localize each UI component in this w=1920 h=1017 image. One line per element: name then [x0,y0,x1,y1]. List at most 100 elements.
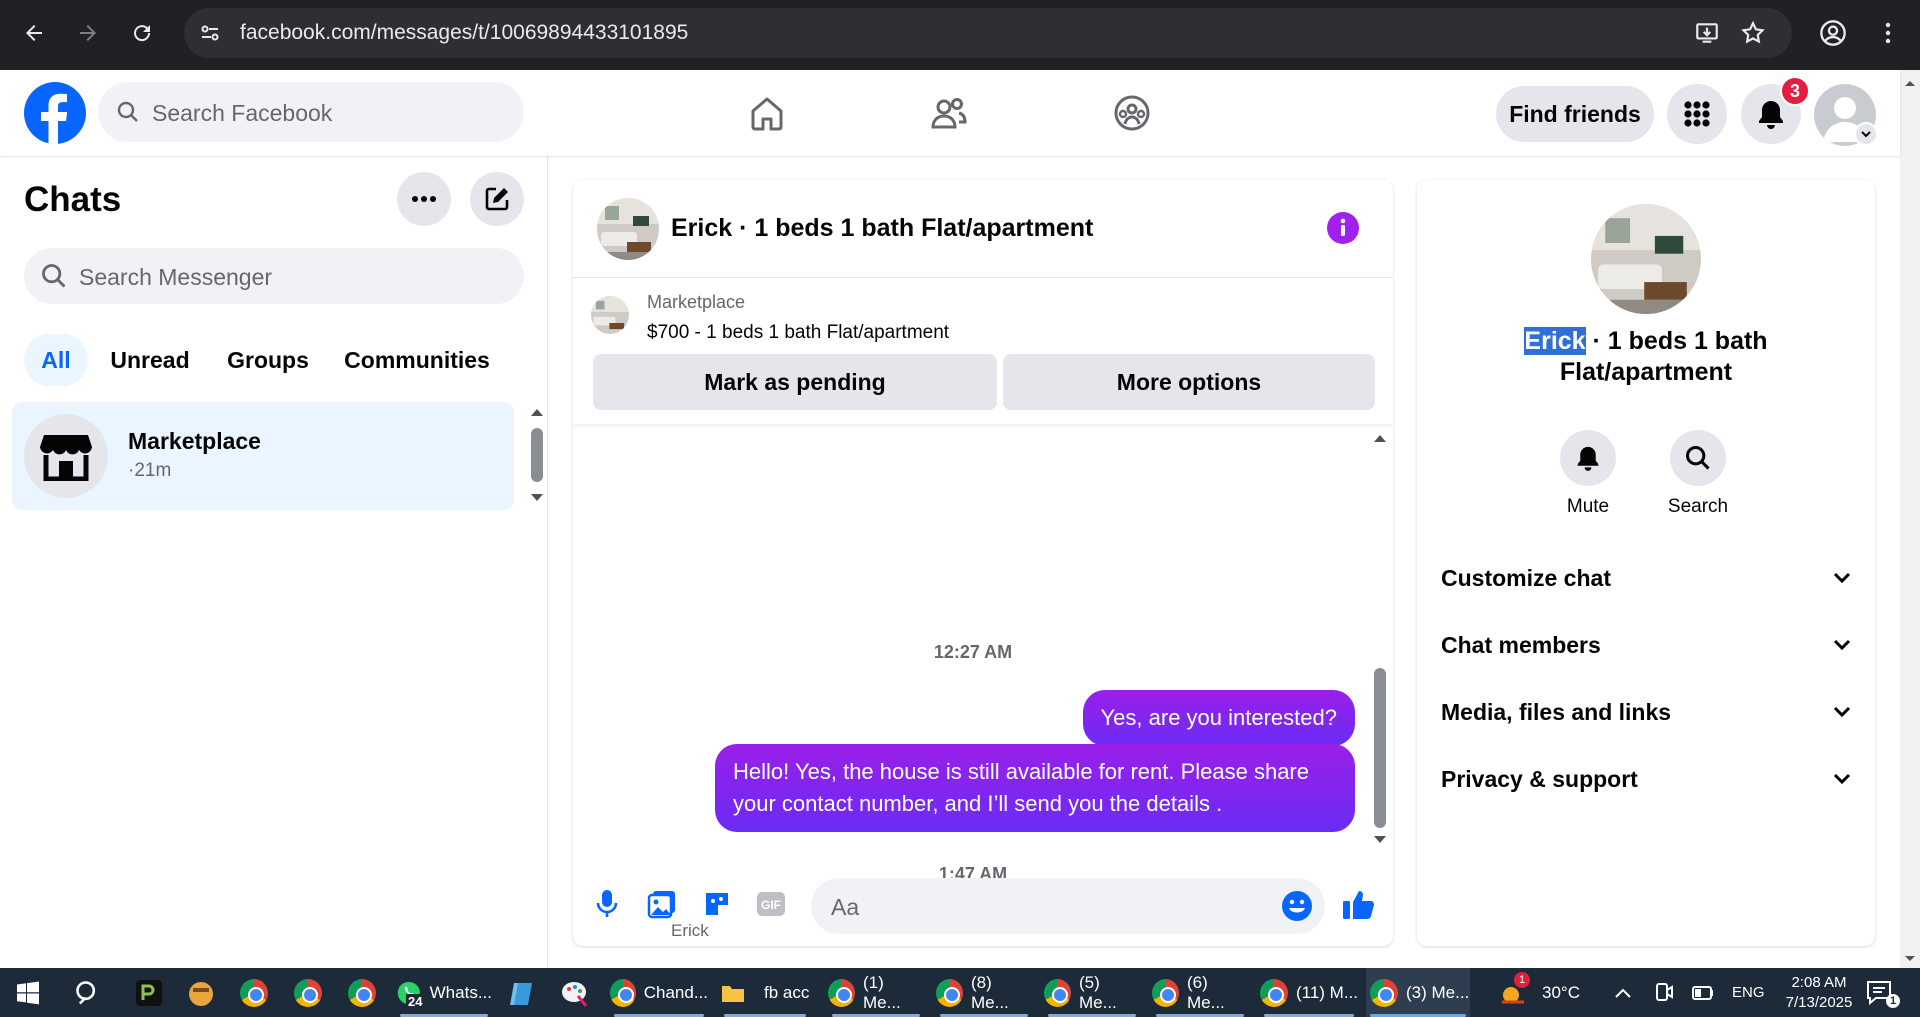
section-label: Customize chat [1441,564,1611,591]
taskbar-app-chrome-6[interactable]: (6) Me... [1152,968,1248,1017]
listing-price-title[interactable]: $700 - 1 beds 1 bath Flat/apartment [647,322,949,344]
chevron-up-icon[interactable] [1614,968,1632,1017]
tab-all[interactable]: All [24,334,88,386]
scroll-down-arrow[interactable] [528,492,546,504]
search-action[interactable]: Search [1653,430,1743,518]
taskbar-app-chrome-11[interactable]: (11) M... [1260,968,1358,1017]
site-info-icon[interactable] [198,21,222,45]
notepad-icon[interactable] [508,968,536,1017]
weather-widget[interactable]: 1 30°C [1498,968,1580,1017]
emoji-icon[interactable] [1281,890,1313,922]
groups-icon[interactable] [1109,90,1155,136]
selected-name-text: Erick [1524,327,1586,355]
windows-start-icon[interactable] [16,968,40,1017]
scroll-up-arrow[interactable] [1371,432,1389,444]
chat-header: Erick · 1 beds 1 bath Flat/apartment [573,180,1393,278]
info-icon[interactable] [1327,212,1359,244]
message-input[interactable]: Aa [811,878,1325,934]
facebook-logo[interactable] [24,82,86,144]
photo-icon[interactable] [644,886,680,922]
mute-action[interactable]: Mute [1543,430,1633,518]
notification-center-icon[interactable]: 1 [1866,968,1900,1017]
paint-icon[interactable] [560,968,590,1017]
messenger-search-input[interactable]: Search Messenger [24,248,524,304]
find-friends-button[interactable]: Find friends [1496,86,1654,142]
chrome-icon[interactable] [240,968,268,1017]
language-indicator[interactable]: ENG [1732,968,1765,1017]
chat-options-button[interactable] [397,172,451,226]
taskbar-app-chand[interactable]: Chand... [610,968,708,1017]
chat-title[interactable]: Erick · 1 beds 1 bath Flat/apartment [671,214,1093,243]
grid-menu-icon [1684,101,1710,127]
listing-avatar[interactable] [597,198,659,260]
chrome-profile-icon[interactable] [294,968,322,1017]
taskbar-app-chrome-1[interactable]: (1) Me... [828,968,924,1017]
search-icon [1670,430,1726,486]
taskbar-app-whatsapp[interactable]: 24 Whats... [396,968,492,1017]
system-clock[interactable]: 2:08 AM 7/13/2025 [1774,968,1864,1017]
tab-unread[interactable]: Unread [100,334,200,386]
chat-scrollbar-thumb[interactable] [1374,668,1386,828]
scroll-down-arrow[interactable] [1371,834,1389,846]
outgoing-message[interactable]: Hello! Yes, the house is still available… [715,744,1355,832]
home-icon[interactable] [744,90,790,136]
sidebar-scrollbar-thumb[interactable] [531,428,543,482]
search-icon[interactable] [74,968,102,1017]
section-customize-chat[interactable]: Customize chat [1441,558,1851,598]
taskbar-app-label: (3) Me... [1406,982,1470,1002]
friends-icon[interactable] [926,90,972,136]
terminal-app-icon[interactable] [134,968,164,1017]
chevron-down-icon [1833,773,1851,785]
gif-icon[interactable]: GIF [753,886,789,922]
chevron-down-icon [1833,639,1851,651]
microphone-icon[interactable] [589,886,625,922]
more-options-button[interactable]: More options [1003,354,1375,410]
chat-details-panel: Erick · 1 beds 1 bath Flat/apartment Mut… [1417,180,1875,946]
new-message-button[interactable] [470,172,524,226]
section-media-files-links[interactable]: Media, files and links [1441,692,1851,732]
mark-as-pending-button[interactable]: Mark as pending [593,354,997,410]
sticker-icon[interactable] [699,886,735,922]
profile-account-icon[interactable] [1815,15,1851,51]
section-chat-members[interactable]: Chat members [1441,625,1851,665]
battery-icon[interactable] [1692,968,1714,1017]
svg-text:GIF: GIF [761,898,781,912]
weather-temp: 30°C [1542,982,1580,1002]
install-app-icon[interactable] [1694,20,1720,46]
clock-date: 7/13/2025 [1785,993,1853,1011]
tab-communities[interactable]: Communities [334,334,500,386]
search-icon [116,100,140,124]
address-bar[interactable]: facebook.com/messages/t/1006989443310189… [184,8,1792,58]
reload-button[interactable] [124,15,160,51]
taskbar-app-label: (8) Me... [970,972,1009,1012]
bookmark-star-icon[interactable] [1740,20,1766,46]
section-privacy-support[interactable]: Privacy & support [1441,759,1851,799]
file-explorer-icon[interactable] [186,968,216,1017]
taskbar-app-label: (5) Me... [1078,972,1117,1012]
taskbar-app-chrome-8[interactable]: (8) Me... [936,968,1032,1017]
back-button[interactable] [16,15,52,51]
messenger-search-placeholder: Search Messenger [79,264,273,290]
taskbar-app-chrome-3-active[interactable]: (3) Me... [1366,968,1470,1017]
conversation-item-marketplace[interactable]: Marketplace ·21m [12,402,514,510]
page-scrollbar[interactable] [1900,70,1920,968]
taskbar-app-chrome-5[interactable]: (5) Me... [1044,968,1140,1017]
chrome-profile-icon[interactable] [348,968,376,1017]
meet-now-icon[interactable] [1654,968,1674,1017]
listing-large-avatar[interactable] [1591,204,1701,314]
chevron-down-icon[interactable] [1854,122,1878,146]
taskbar-app-fb-acc[interactable]: fb acc [720,968,810,1017]
whatsapp-badge: 24 [406,994,425,1009]
browser-menu-icon[interactable] [1870,15,1906,51]
menu-grid-button[interactable] [1667,84,1727,144]
message-input-placeholder: Aa [831,894,860,920]
details-title-rest: · 1 beds 1 bath Flat/apartment [1559,327,1768,386]
like-thumb-icon[interactable] [1341,886,1377,922]
listing-thumbnail[interactable] [591,296,629,334]
section-label: Chat members [1441,631,1601,658]
facebook-search-input[interactable]: Search Facebook [98,82,524,142]
tab-groups[interactable]: Groups [214,334,322,386]
forward-button[interactable] [70,15,106,51]
outgoing-message[interactable]: Yes, are you interested? [1082,690,1355,746]
scroll-up-arrow[interactable] [528,406,546,418]
